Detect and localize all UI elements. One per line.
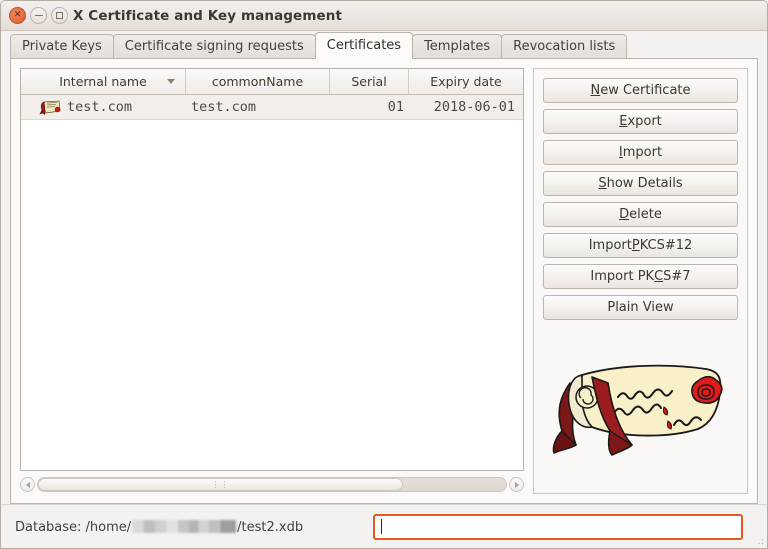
scrollbar-track[interactable]: ⋮⋮ — [37, 477, 507, 492]
column-header-common-name[interactable]: commonName — [186, 69, 330, 94]
cell-common-name: test.com — [191, 99, 257, 115]
cell-internal-name: test.com — [21, 95, 186, 119]
resize-grip-icon[interactable] — [754, 535, 764, 545]
table-row[interactable]: test.com test.com 01 2018-06-01 — [21, 95, 523, 120]
cell-expiry-date: 2018-06-01 — [433, 99, 515, 115]
column-header-internal-name[interactable]: Internal name — [21, 69, 186, 94]
import-pkcs12-button[interactable]: Import P KCS#12 — [543, 233, 738, 258]
tab-certificates[interactable]: Certificates — [314, 32, 414, 59]
redacted-username — [132, 520, 237, 533]
tab-certificate-signing-requests[interactable]: Certificate signing requests — [112, 34, 316, 59]
application-window: ✕ X Certificate and Key management Priva… — [0, 0, 768, 549]
database-path-suffix: /test2.xdb — [237, 520, 304, 535]
certificate-icon — [39, 100, 61, 115]
tab-revocation-lists[interactable]: Revocation lists — [501, 34, 628, 59]
certificate-scroll-illustration — [543, 326, 738, 493]
maximize-icon[interactable] — [51, 7, 68, 24]
cell-serial: 01 — [387, 99, 404, 115]
column-header-internal-name-label: Internal name — [59, 74, 147, 89]
certificate-table[interactable]: Internal name commonName Serial Expiry d… — [20, 68, 524, 471]
scroll-graphic — [552, 364, 723, 456]
chevron-down-icon — [167, 79, 175, 84]
status-bar: Database: /home/ /test2.xdb — [1, 504, 767, 548]
scrollbar-grip: ⋮⋮ — [211, 479, 230, 489]
scroll-left-icon[interactable] — [20, 477, 35, 492]
horizontal-scrollbar[interactable]: ⋮⋮ — [20, 475, 524, 494]
action-button-panel: New Certificate Export Import Show Detai… — [533, 68, 748, 494]
scrollbar-thumb[interactable]: ⋮⋮ — [38, 478, 404, 491]
new-certificate-button[interactable]: New Certificate — [543, 78, 738, 103]
certificates-page: Internal name commonName Serial Expiry d… — [10, 59, 758, 504]
minimize-icon[interactable] — [30, 7, 47, 24]
close-icon[interactable]: ✕ — [9, 7, 26, 24]
delete-button[interactable]: Delete — [543, 202, 738, 227]
window-controls: ✕ — [9, 7, 68, 24]
text-cursor — [381, 519, 382, 534]
column-header-expiry-date[interactable]: Expiry date — [409, 69, 523, 94]
database-path-prefix: Database: /home/ — [15, 520, 132, 535]
status-input[interactable] — [373, 513, 743, 540]
import-pkcs7-button[interactable]: Import PK C S#7 — [543, 264, 738, 289]
export-button[interactable]: Export — [543, 109, 738, 134]
scroll-right-icon[interactable] — [509, 477, 524, 492]
tab-bar: Private Keys Certificate signing request… — [1, 31, 767, 59]
tab-templates[interactable]: Templates — [412, 34, 503, 59]
column-header-serial[interactable]: Serial — [330, 69, 409, 94]
database-path-label: Database: /home/ /test2.xdb — [15, 518, 303, 535]
plain-view-button[interactable]: Plain View — [543, 295, 738, 320]
window-title: X Certificate and Key management — [73, 7, 343, 24]
cell-internal-name-text: test.com — [67, 99, 133, 115]
certificate-list-area: Internal name commonName Serial Expiry d… — [20, 68, 524, 494]
title-bar: ✕ X Certificate and Key management — [1, 1, 767, 31]
table-header: Internal name commonName Serial Expiry d… — [21, 69, 523, 95]
tab-private-keys[interactable]: Private Keys — [10, 34, 114, 59]
import-button[interactable]: Import — [543, 140, 738, 165]
show-details-button[interactable]: Show Details — [543, 171, 738, 196]
